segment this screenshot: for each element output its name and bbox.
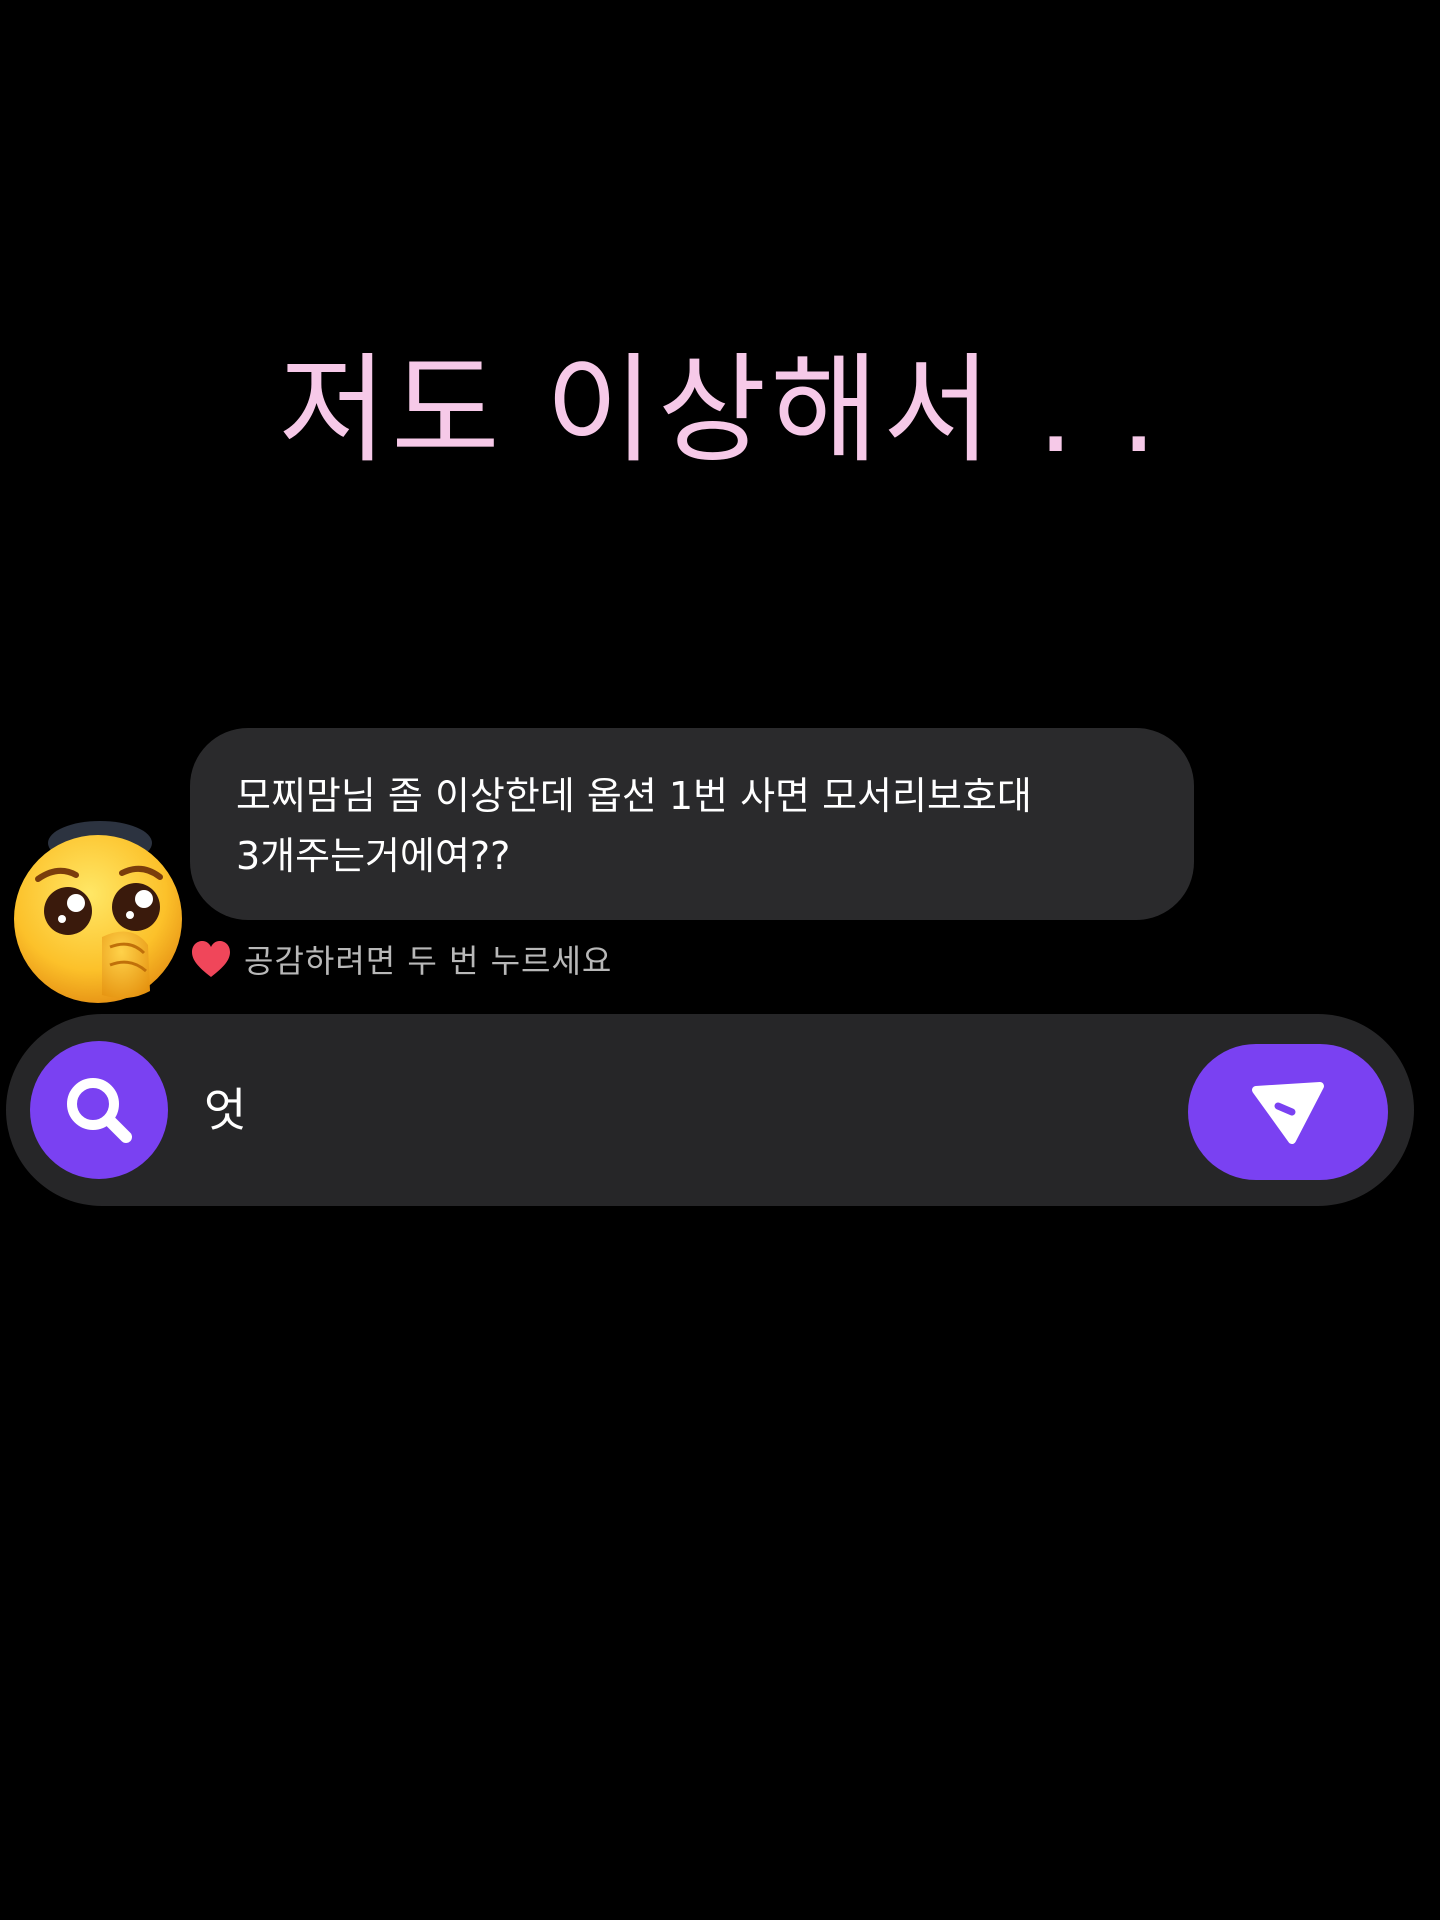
reply-input[interactable]: 엇: [204, 1070, 246, 1150]
comment-bubble[interactable]: 모찌맘님 좀 이상한데 옵션 1번 사면 모서리보호대 3개주는거에여??: [190, 728, 1194, 920]
comment-line: 모찌맘님 좀 이상한데 옵션 1번 사면 모서리보호대: [236, 774, 1032, 818]
like-hint-text: 공감하려면 두 번 누르세요: [244, 942, 613, 980]
like-hint: 공감하려면 두 번 누르세요: [190, 934, 612, 984]
pleading-face-emoji-icon: [14, 821, 182, 1003]
caption-text: 저도 이상해서 . .: [278, 341, 1162, 479]
reply-input-bar: 엇: [6, 1014, 1414, 1206]
send-icon: [1252, 1082, 1324, 1144]
search-button[interactable]: [30, 1041, 168, 1179]
heart-icon: [192, 941, 230, 977]
search-icon: [67, 1078, 132, 1143]
comment-line: 3개주는거에여??: [236, 834, 511, 878]
avatar: [10, 815, 186, 1003]
send-button[interactable]: [1188, 1044, 1388, 1180]
